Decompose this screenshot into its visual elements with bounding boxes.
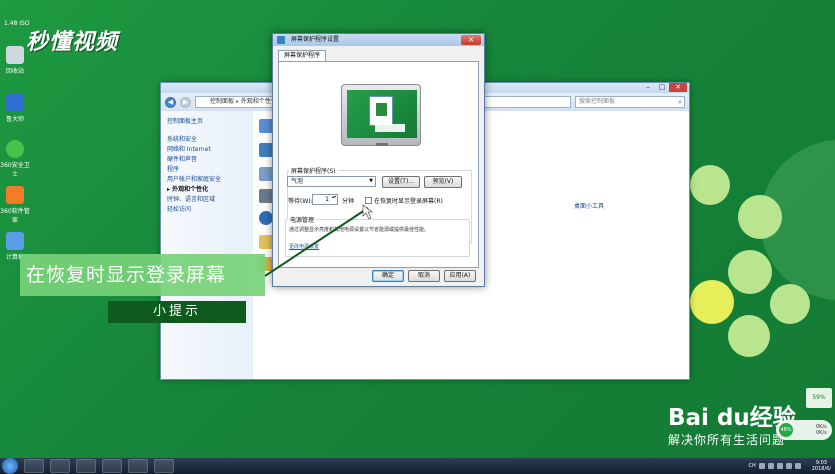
computer-icon [6,232,24,250]
settings-button[interactable]: 设置(T)... [382,176,420,188]
network-icon[interactable] [794,463,801,469]
maximize-icon[interactable]: □ [655,83,669,92]
start-button[interactable] [2,458,18,474]
clock-date: 2018/6/ [811,466,831,472]
forward-button[interactable]: ▶ [180,96,191,108]
close-icon[interactable]: ✕ [669,83,687,92]
language-indicator[interactable]: CH [748,463,755,469]
tip-label: 小提示 [108,301,246,323]
sidebar-item-appearance[interactable]: 外观和个性化 [167,185,247,195]
search-icon: ⌕ [678,98,682,106]
power-group [285,219,470,257]
decor-circle [738,195,782,239]
sidebar-item-network[interactable]: 网络和 Internet [167,145,247,155]
app-icon [6,186,24,204]
back-button[interactable]: ◀ [165,96,176,108]
sidebar-item-ease-of-access[interactable]: 轻松访问 [167,205,247,215]
desktop-icon-label: 回收站 [5,68,24,75]
desktop-gadgets-link[interactable]: 桌面小工具 [574,201,604,210]
clock[interactable]: 9:03 2018/6/ [812,460,831,472]
cancel-button[interactable]: 取消 [408,270,440,282]
decor-circle [728,315,770,357]
app-icon [6,94,24,112]
tray-icon[interactable] [758,463,765,469]
desktop-gadgets-icon [259,167,273,181]
desktop: 1.48 ISO 秒懂视频 回收站 鲁大师 360安全卫士 360软件管家 计算… [0,0,835,474]
sidebar-item-home[interactable]: 控制面板主页 [167,117,247,127]
dialog-controls: 气泡 ▼ 设置(T)... 预览(V) 等待(W): 1 分钟 在恢复时显示登录… [272,33,485,287]
minimize-icon[interactable]: – [641,83,655,92]
search-placeholder: 搜索控制面板 [579,98,616,105]
taskbar-item-ie[interactable] [50,459,70,473]
taskbar-item-media[interactable] [102,459,122,473]
change-power-settings-link[interactable]: 更改电源设置 [289,243,319,250]
wait-stepper[interactable]: 1 [312,194,338,205]
taskbar-item-screensaver[interactable] [154,459,174,473]
breadcrumb-item[interactable]: 控制面板 [210,98,234,105]
resume-logon-checkbox[interactable] [365,197,372,204]
sidebar-item-system-security[interactable]: 系统和安全 [167,135,247,145]
system-tray: CH 9:03 2018/6/ [748,458,831,474]
recycle-bin-icon [6,46,24,64]
power-description: 通过调整显示亮度和其他电源设置以节省能源或提供最佳性能。 [289,227,430,233]
resume-logon-label[interactable]: 在恢复时显示登录屏幕(R) [374,196,443,205]
sidebar-item-programs[interactable]: 程序 [167,165,247,175]
desktop-icon-app-2[interactable]: 鲁大师 [0,94,32,123]
desktop-icon-app-3[interactable]: 360安全卫士 [0,140,32,178]
taskbar-item-explorer[interactable] [76,459,96,473]
ok-button[interactable]: 确定 [372,270,404,282]
network-widget: 48% 0K/s 0K/s [776,420,832,440]
desktop-icon-label: 360安全卫士 [0,162,30,178]
wait-unit: 分钟 [342,198,355,205]
sidebar-item-user-accounts[interactable]: 用户帐户和家庭安全 [167,175,247,185]
network-percent: 48% [779,423,793,437]
screensaver-select[interactable]: 气泡 ▼ [287,176,376,187]
tray-icon[interactable] [776,463,783,469]
chevron-down-icon: ▼ [369,178,373,184]
tray-icon[interactable] [767,463,774,469]
baidu-slogan: 解决你所有生活问题 [668,433,786,447]
folder-options-icon [259,235,273,249]
desktop-icon-recycle-bin[interactable]: 回收站 [0,46,32,75]
preview-button[interactable]: 预览(V) [424,176,462,188]
desktop-icon-label: 360软件管家 [0,208,30,224]
desktop-icon-app-4[interactable]: 360软件管家 [0,186,32,224]
search-input[interactable]: 搜索控制面板 ⌕ [575,96,685,108]
decor-circle [770,284,810,324]
taskbar-item-control-panel[interactable] [128,459,148,473]
ease-of-access-icon [259,211,273,225]
control-panel-sidebar: 控制面板主页 系统和安全 网络和 Internet 硬件和声音 程序 用户帐户和… [161,111,253,379]
personalization-icon [259,119,273,133]
screensaver-selected-value: 气泡 [291,178,304,185]
decor-circle [728,250,772,294]
sidebar-item-hardware-sound[interactable]: 硬件和声音 [167,155,247,165]
download-rate: 0K/s [816,430,827,436]
apply-button[interactable]: 应用(A) [444,270,476,282]
taskbar-icon [259,189,273,203]
display-icon [259,143,273,157]
watermark-logo: 秒懂视频 [26,30,119,55]
volume-icon[interactable] [785,463,792,469]
cpu-gauge: 59% [806,388,832,408]
desktop-icon-label: 鲁大师 [5,116,24,123]
wait-label: 等待(W): [288,198,313,205]
decor-circle [690,165,730,205]
taskbar-item-app[interactable] [24,459,44,473]
sidebar-item-clock-language[interactable]: 时钟、语言和区域 [167,195,247,205]
power-group-label: 电源管理 [288,215,317,224]
caption-banner: 在恢复时显示登录屏幕 [20,254,265,296]
taskbar: CH 9:03 2018/6/ [0,458,835,474]
decor-circle [690,280,734,324]
app-icon [6,140,24,158]
